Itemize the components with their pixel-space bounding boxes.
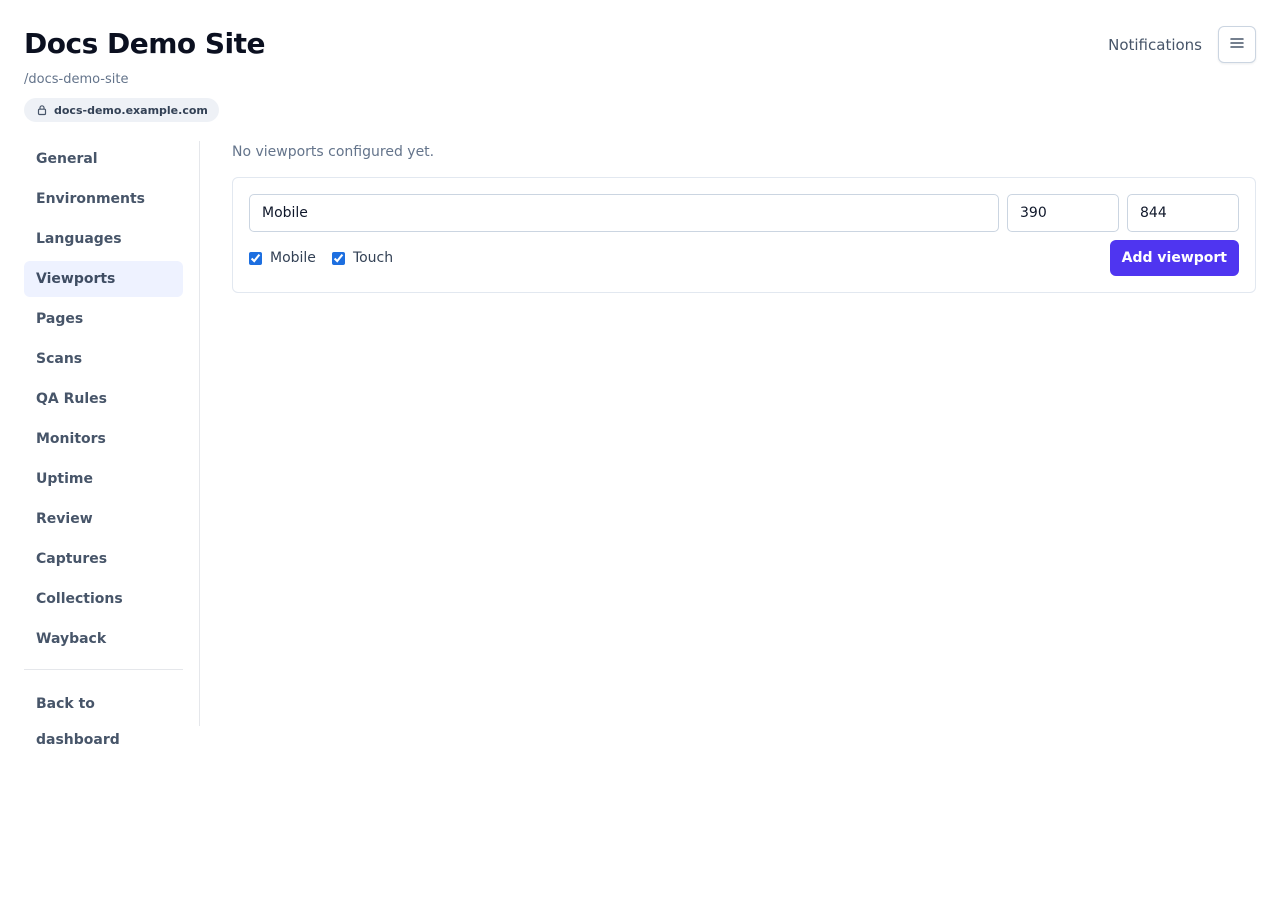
touch-checkbox-label[interactable]: Touch [331, 250, 394, 266]
add-viewport-form: Mobile Touch Add viewport [232, 177, 1256, 293]
empty-state-message: No viewports configured yet. [232, 144, 435, 160]
sidebar-item-environments[interactable]: Environments [24, 181, 183, 217]
sidebar-item-languages[interactable]: Languages [24, 221, 183, 257]
sidebar-item-general[interactable]: General [24, 141, 183, 177]
back-to-dashboard-link[interactable]: Back to dashboard [24, 686, 183, 748]
viewport-name-input[interactable] [249, 194, 999, 232]
sidebar-divider [24, 669, 183, 670]
page-title: Docs Demo Site [24, 27, 266, 60]
sidebar-nav: General Environments Languages Viewports… [24, 141, 183, 748]
touch-checkbox-text: Touch [352, 250, 394, 266]
domain-badge[interactable]: docs-demo.example.com [24, 98, 219, 122]
notifications-link[interactable]: Notifications [1108, 36, 1202, 54]
mobile-checkbox-text: Mobile [270, 250, 316, 266]
mobile-checkbox-label[interactable]: Mobile [249, 250, 316, 266]
viewport-height-input[interactable] [1127, 194, 1239, 232]
domain-text: docs-demo.example.com [54, 103, 208, 117]
menu-button[interactable] [1218, 26, 1256, 63]
viewport-width-input[interactable] [1007, 194, 1119, 232]
sidebar-item-viewports[interactable]: Viewports [24, 261, 183, 297]
sidebar-item-qa-rules[interactable]: QA Rules [24, 381, 183, 417]
main-content: No viewports configured yet. Mobile Touc… [232, 141, 1256, 293]
sidebar-item-wayback[interactable]: Wayback [24, 621, 183, 657]
site-slug: /docs-demo-site [24, 72, 129, 87]
sidebar-item-review[interactable]: Review [24, 501, 183, 537]
sidebar-item-pages[interactable]: Pages [24, 301, 183, 337]
sidebar-item-scans[interactable]: Scans [24, 341, 183, 377]
mobile-checkbox[interactable] [249, 251, 262, 265]
sidebar-item-monitors[interactable]: Monitors [24, 421, 183, 457]
header-actions: Notifications [1108, 26, 1256, 63]
touch-checkbox[interactable] [331, 251, 345, 265]
lock-icon [36, 104, 48, 116]
sidebar-border [199, 141, 200, 726]
add-viewport-button[interactable]: Add viewport [1109, 240, 1239, 276]
sidebar-item-captures[interactable]: Captures [24, 541, 183, 577]
sidebar-item-uptime[interactable]: Uptime [24, 461, 183, 497]
hamburger-menu-icon [1229, 35, 1245, 54]
sidebar-item-collections[interactable]: Collections [24, 581, 183, 617]
site-header: Docs Demo Site /docs-demo-site docs-demo… [24, 26, 266, 122]
